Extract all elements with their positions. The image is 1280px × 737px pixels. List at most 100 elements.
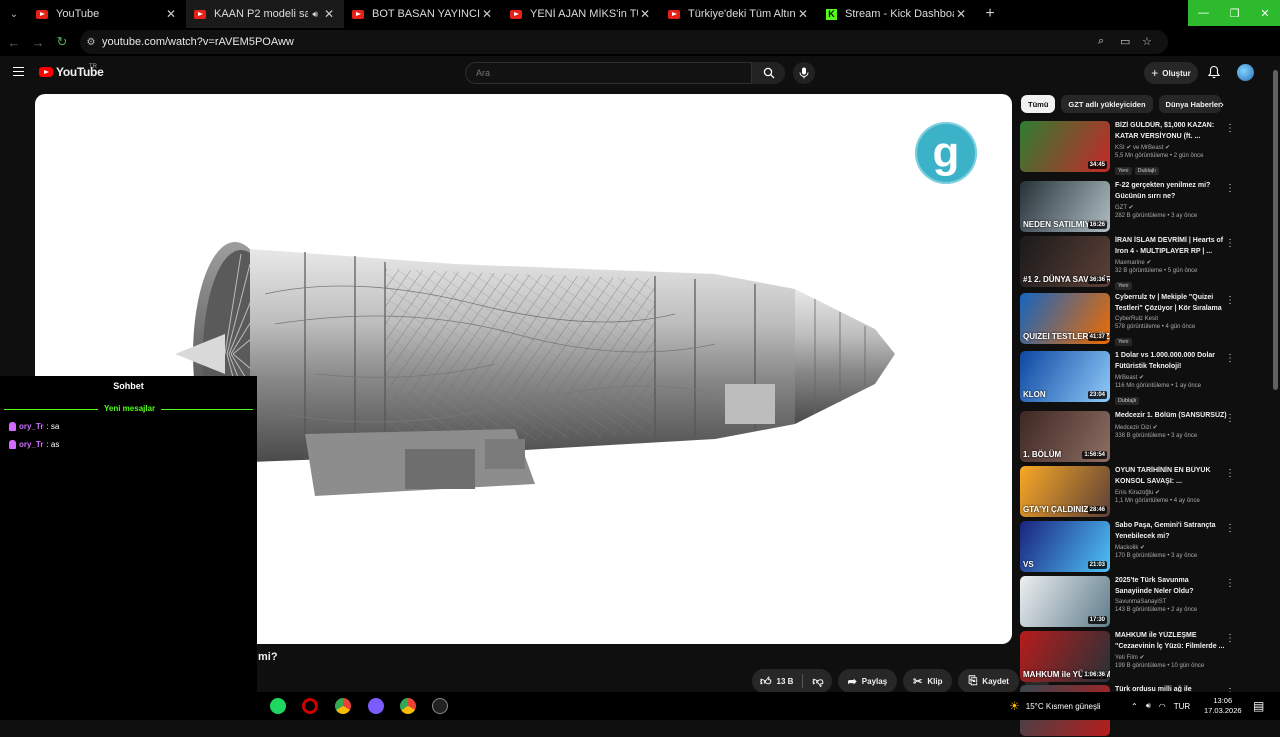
obs-icon[interactable] [432,698,448,714]
page-scrollbar[interactable] [1271,56,1280,692]
channel-name[interactable]: MrBeast ✔ [1115,374,1227,381]
tab-close-icon[interactable]: ✕ [164,7,178,21]
chip-all[interactable]: Tümü [1021,95,1056,113]
site-info-icon[interactable]: ⚙ [80,37,102,48]
share-button[interactable]: ➦ Paylaş [837,669,898,693]
browser-tab[interactable]: KAAN P2 modeli savaşın se🔊︎ ✕ [186,0,344,28]
save-button[interactable]: ⎘ Kaydet [958,669,1019,693]
new-tab-button[interactable]: + [976,0,1004,28]
bookmark-star-icon[interactable]: ☆ [1142,35,1152,48]
language-indicator[interactable]: TUR [1174,702,1190,711]
account-avatar[interactable] [1237,64,1254,81]
minimize-icon[interactable]: — [1188,0,1219,26]
more-options-icon[interactable]: ⋮ [1225,183,1235,194]
tab-close-icon[interactable]: ✕ [638,7,652,21]
spotify-icon[interactable] [270,698,286,714]
voice-search-button[interactable] [793,62,815,84]
youtube-logo-icon[interactable] [39,67,53,77]
recommended-video[interactable]: NEDEN SATILMIYOR? 16:26 F-22 gerçekten yen… [1020,181,1242,233]
volume-icon[interactable]: 🔊︎ [1146,701,1151,711]
browser-tab[interactable]: YENİ AJAN MİKS'in TÜM YETEN✕ [502,0,660,28]
channel-name[interactable]: Maxmarine ✔ [1115,259,1227,266]
video-thumbnail[interactable]: MAHKUM ile YÜZLEŞME 1:06:36 [1020,631,1110,682]
recommended-video[interactable]: #1 2. DÜNYA SAVAŞI İRAN NÜKLERİ OLSAYDI3… [1020,236,1242,290]
chat-username[interactable]: ory_Tr [19,440,43,449]
chevron-right-icon[interactable]: › [1213,96,1231,114]
search-button[interactable] [752,62,785,84]
recommended-video[interactable]: VS 21:03 Sabo Paşa, Gemini'i Satrançta Yen… [1020,521,1242,573]
more-options-icon[interactable]: ⋮ [1225,413,1235,424]
tab-close-icon[interactable]: ✕ [480,7,494,21]
tab-close-icon[interactable]: ✕ [954,7,968,21]
video-thumbnail[interactable]: VS 21:03 [1020,521,1110,572]
chip-from-uploader[interactable]: GZT adlı yükleyiciden [1061,95,1153,113]
channel-name[interactable]: Yeti Film ✔ [1115,654,1227,661]
tab-close-icon[interactable]: ✕ [796,7,810,21]
video-title[interactable]: Medcezir 1. Bölüm (SANSÜRSÜZ) [1115,411,1227,422]
chat-username[interactable]: ory_Tr [19,422,43,431]
cast-icon[interactable]: ▭ [1120,35,1130,48]
more-options-icon[interactable]: ⋮ [1225,238,1235,249]
video-title[interactable]: MAHKUM ile YÜZLEŞME "Cezaevinin İç Yüzü:… [1115,631,1227,652]
recommended-video[interactable]: GTA'YI ÇALDINIZ! 28:46 OYUN TARİHİNİN EN B… [1020,466,1242,518]
thumbs-down-icon[interactable]: 👎︎ [812,675,823,688]
notification-bell-icon[interactable] [1207,65,1221,79]
search-input[interactable] [465,62,752,84]
channel-name[interactable]: Mackolik ✔ [1115,544,1227,551]
video-title[interactable]: İRAN İSLAM DEVRİMİ | Hearts of Iron 4 - … [1115,236,1227,257]
channel-name[interactable]: Medcezir Dizi ✔ [1115,424,1227,431]
channel-name[interactable]: SavunmaSanayiST [1115,599,1227,605]
video-title[interactable]: Sabo Paşa, Gemini'i Satrançta Yenebilece… [1115,521,1227,542]
video-thumbnail[interactable]: QUIZEI TESTLERİ ÇÖZÜYOR41:37 [1020,293,1110,344]
like-count[interactable]: 13 B [777,677,794,686]
video-title[interactable]: 1 Dolar vs 1.000.000.000 Dolar Fütüristi… [1115,351,1227,372]
tab-audio-icon[interactable]: 🔊︎ [312,9,318,20]
hamburger-menu-icon[interactable] [13,67,24,76]
scrollbar-thumb[interactable] [1273,70,1278,390]
discord-icon[interactable] [368,698,384,714]
video-thumbnail[interactable]: 34:45 [1020,121,1110,172]
recommended-video[interactable]: QUIZEI TESTLERİ ÇÖZÜYOR41:37Cyberrulz tv… [1020,293,1242,346]
video-title[interactable]: Cyberrulz tv | Mekiple "Quizei Testleri"… [1115,293,1227,314]
video-thumbnail[interactable]: 17:30 [1020,576,1110,627]
window-close-icon[interactable]: ✕ [1250,0,1280,26]
maximize-icon[interactable]: ❐ [1219,0,1250,26]
more-options-icon[interactable]: ⋮ [1225,123,1235,134]
browser-tab[interactable]: K Stream - Kick Dashboard✕ [818,0,976,28]
video-thumbnail[interactable]: KLON 23:04 [1020,351,1110,402]
video-thumbnail[interactable]: #1 2. DÜNYA SAVAŞI İRAN NÜKLERİ OLSAYDI3… [1020,236,1110,287]
browser-tab[interactable]: YouTube ✕ [28,0,186,28]
chip-world-news[interactable]: Dünya Haberleri [1158,95,1221,113]
notifications-icon[interactable]: ▤ [1253,699,1264,713]
clock[interactable]: 13:06 17.03.2026 [1204,696,1242,716]
thumbs-up-icon[interactable]: 👍︎ [760,675,772,688]
video-title[interactable]: BİZİ GÜLDÜR, $1,000 KAZAN: KATAR VERSİYO… [1115,121,1227,142]
chevron-up-icon[interactable]: ⌃ [1131,702,1138,711]
chrome-icon[interactable] [400,698,416,714]
video-title[interactable]: F-22 gerçekten yenilmez mi? Gücünün sırr… [1115,181,1227,202]
channel-name[interactable]: CyberRulz Kesit [1115,316,1227,322]
create-button[interactable]: + Oluştur [1144,62,1198,84]
recommended-video[interactable]: KLON 23:04 1 Dolar vs 1.000.000.000 Dolar … [1020,351,1242,405]
tab-search-chevron-icon[interactable]: ⌄ [0,0,28,28]
more-options-icon[interactable]: ⋮ [1225,633,1235,644]
reload-icon[interactable]: ↻ [50,34,74,50]
weather-widget[interactable]: ☀ 15°C Kısmen güneşli [1009,692,1101,720]
channel-name[interactable]: GZT ✔ [1115,204,1227,211]
video-title[interactable]: OYUN TARİHİNİN EN BÜYÜK KONSOL SAVAŞI: .… [1115,466,1227,487]
more-options-icon[interactable]: ⋮ [1225,523,1235,534]
recommended-video[interactable]: 1. BÖLÜM 1:56:54 Medcezir 1. Bölüm (SANSÜR… [1020,411,1242,463]
video-thumbnail[interactable]: 1. BÖLÜM 1:56:54 [1020,411,1110,462]
clip-button[interactable]: ✂ Klip [903,669,953,693]
recommended-video[interactable]: MAHKUM ile YÜZLEŞME 1:06:36 MAHKUM ile YÜZ… [1020,631,1242,683]
video-thumbnail[interactable]: NEDEN SATILMIYOR? 16:26 [1020,181,1110,232]
forward-arrow-icon[interactable]: → [26,35,50,50]
browser-tab[interactable]: Türkiye'deki Tüm Altınları Bank✕ [660,0,818,28]
opera-gx-icon[interactable] [302,698,318,714]
channel-name[interactable]: KSI ✔ ve MrBeast ✔ [1115,144,1227,151]
omnibox[interactable]: ⚙ youtube.com/watch?v=rAVEM5POAww ⌕ ▭ ☆ [80,30,1168,54]
back-arrow-icon[interactable]: ← [2,35,26,50]
recommended-video[interactable]: 17:30 2025'te Türk Savunma Sanayiinde Nel… [1020,576,1242,628]
recommended-video[interactable]: 34:45 BİZİ GÜLDÜR, $1,000 KAZAN: KATAR VE… [1020,121,1242,175]
zoom-icon[interactable]: ⌕ [1098,35,1104,48]
